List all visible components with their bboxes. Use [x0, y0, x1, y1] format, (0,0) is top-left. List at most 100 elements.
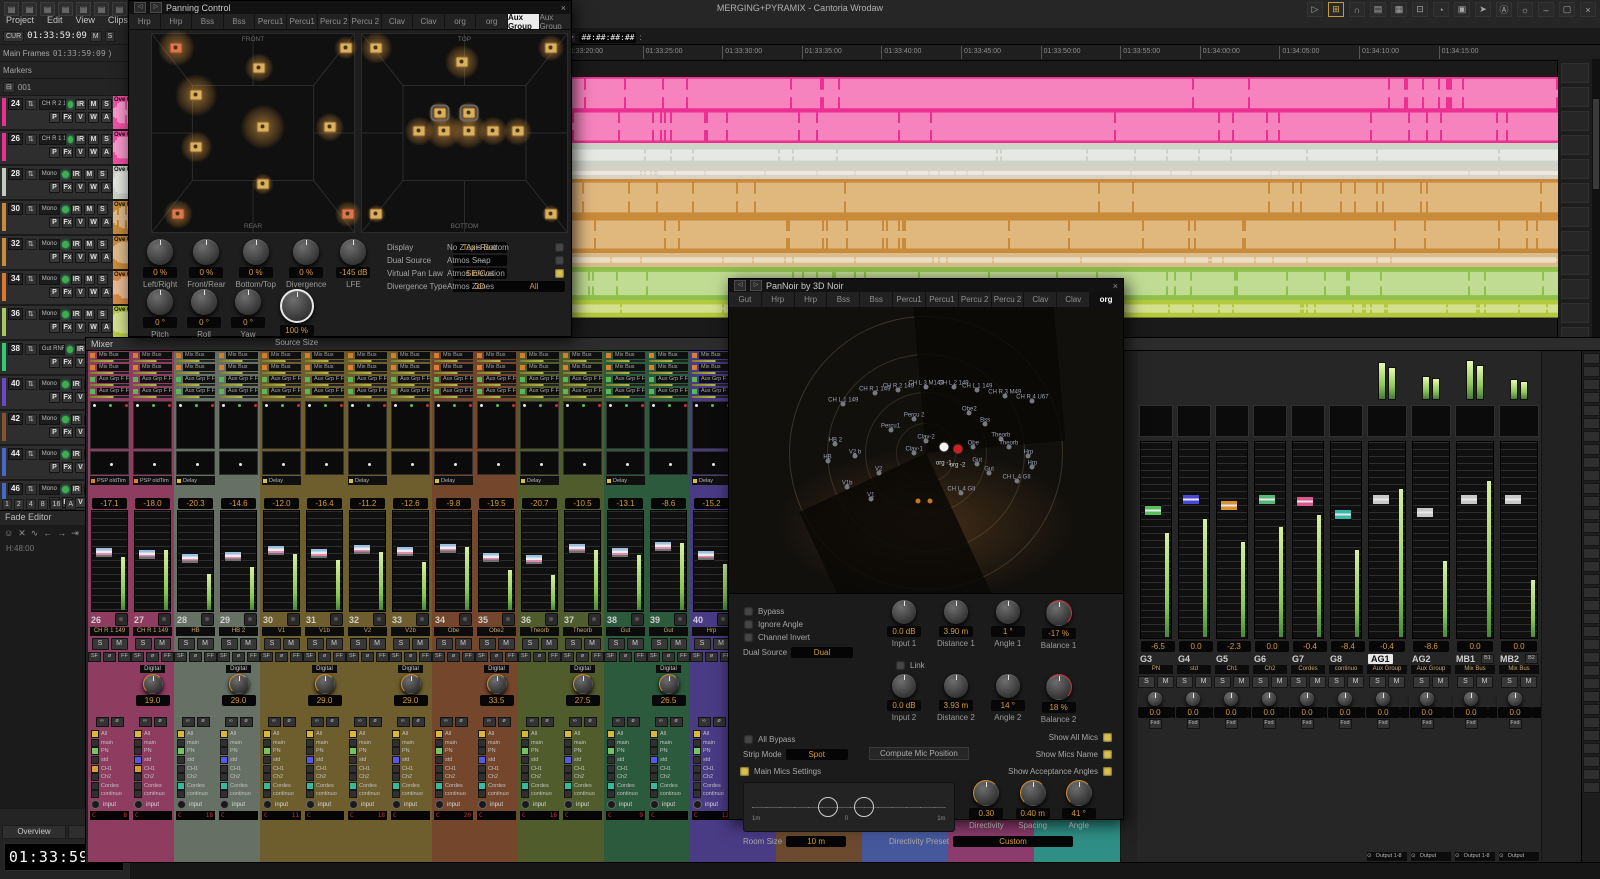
insert-slot[interactable]: Delay: [434, 476, 473, 485]
routing-checkbox[interactable]: [349, 773, 357, 781]
fader-cap[interactable]: [482, 552, 500, 563]
noir-angle1-knob[interactable]: [996, 600, 1020, 624]
mini-button[interactable]: ø: [412, 717, 425, 727]
mini-button[interactable]: ø: [490, 652, 503, 662]
routing-checkbox[interactable]: [435, 782, 443, 790]
routing-checkbox[interactable]: [564, 756, 572, 764]
pan-pad[interactable]: [477, 401, 516, 449]
pan-pad[interactable]: [133, 401, 172, 449]
fader-track[interactable]: [1500, 441, 1538, 639]
fader-track[interactable]: [650, 510, 687, 612]
track-btn-w[interactable]: W: [88, 182, 99, 193]
pan-pad[interactable]: [1499, 405, 1539, 437]
routing-row[interactable]: Cordes: [475, 782, 518, 791]
bus-assign-row[interactable]: Mix Bus: [346, 351, 389, 360]
speaker-icon[interactable]: [413, 126, 426, 137]
routing-checkbox[interactable]: [349, 782, 357, 790]
mini-button[interactable]: FF: [118, 652, 131, 662]
rail-cell[interactable]: [1583, 704, 1600, 715]
routing-row[interactable]: CH1: [475, 764, 518, 773]
routing-checkbox[interactable]: [177, 773, 185, 781]
mini-button[interactable]: ø: [318, 652, 331, 662]
fader-track[interactable]: [693, 510, 730, 612]
track-btn-a[interactable]: A: [101, 112, 112, 123]
routing-row[interactable]: main: [690, 739, 733, 748]
routing-row[interactable]: PN: [88, 747, 131, 756]
mini-button[interactable]: FF: [419, 652, 432, 662]
rail-cell[interactable]: [1583, 561, 1600, 572]
bus-assign-row[interactable]: Mix Bus: [389, 363, 432, 372]
restore-icon[interactable]: ▢: [1559, 2, 1575, 17]
routing-row[interactable]: All: [647, 730, 690, 739]
routing-checkbox[interactable]: [564, 739, 572, 747]
mini-button[interactable]: FF: [548, 652, 561, 662]
mini-button[interactable]: SF: [346, 652, 359, 662]
mute-button[interactable]: M: [498, 638, 515, 650]
routing-checkbox[interactable]: [435, 747, 443, 755]
routing-checkbox[interactable]: [392, 790, 400, 798]
routing-row[interactable]: continuo: [690, 790, 733, 799]
mini-button[interactable]: ∞: [526, 717, 539, 727]
rail-cell[interactable]: [1583, 548, 1600, 559]
aux-knob-chip[interactable]: Fxd: [1187, 719, 1200, 729]
routing-checkbox[interactable]: [349, 790, 357, 798]
height-chip-1[interactable]: 1: [2, 499, 12, 510]
record-button[interactable]: [244, 613, 257, 626]
aux-knob[interactable]: [1376, 692, 1390, 706]
bus-assign-row[interactable]: Mix Bus: [690, 363, 733, 372]
input-row[interactable]: input: [389, 799, 432, 811]
mini-button[interactable]: SF: [647, 652, 660, 662]
strip-name[interactable]: V2b: [391, 627, 430, 636]
routing-row[interactable]: Cordes: [174, 782, 217, 791]
solo-button[interactable]: S: [1290, 676, 1307, 688]
track-record-ready-dot[interactable]: [62, 486, 69, 493]
track-btn-p[interactable]: P: [49, 357, 60, 368]
routing-checkbox[interactable]: [263, 756, 271, 764]
insert-slot[interactable]: Delay: [348, 476, 387, 485]
mini-button[interactable]: SF: [518, 652, 531, 662]
noir-input2-knob[interactable]: [892, 674, 916, 698]
pan-divergence-knob[interactable]: [293, 239, 319, 265]
routing-checkbox[interactable]: [607, 739, 615, 747]
routing-checkbox[interactable]: [134, 782, 142, 790]
track-input-label[interactable]: CH R 1 149: [39, 134, 66, 145]
track-btn-s[interactable]: S: [101, 134, 112, 145]
routing-checkbox[interactable]: [177, 739, 185, 747]
solo-button[interactable]: S: [1214, 676, 1231, 688]
track-btn-ir[interactable]: IR: [71, 239, 82, 250]
routing-row[interactable]: std: [690, 756, 733, 765]
track-spinner[interactable]: ⇅: [25, 379, 37, 390]
track-btn-v[interactable]: V: [75, 112, 86, 123]
strip-name[interactable]: Gut: [606, 627, 645, 636]
routing-row[interactable]: Ch2: [475, 773, 518, 782]
mini-button[interactable]: ø: [240, 717, 253, 727]
bus-assign-row[interactable]: Aux Grp F F: [561, 375, 604, 384]
mini-button[interactable]: ø: [326, 717, 339, 727]
routing-row[interactable]: PN: [604, 747, 647, 756]
zones-value[interactable]: All: [503, 281, 565, 292]
routing-row[interactable]: Cordes: [260, 782, 303, 791]
pan-pitch-knob[interactable]: [147, 289, 173, 315]
aux-knob-chip[interactable]: Fxd: [1465, 719, 1478, 729]
rail-cell[interactable]: [1583, 444, 1600, 455]
panning-tab-bss[interactable]: Bss: [192, 14, 224, 29]
noir-angle2-knob[interactable]: [996, 674, 1020, 698]
strip-number[interactable]: G4: [1178, 654, 1190, 664]
strip-number[interactable]: 39: [650, 615, 660, 625]
digital-knob[interactable]: [659, 674, 679, 694]
bus-assign-row[interactable]: Mix Bus: [174, 351, 217, 360]
track-input-label[interactable]: CH R 2 149: [39, 99, 66, 110]
auto-mode-icon[interactable]: Ⓐ: [1496, 2, 1512, 17]
routing-row[interactable]: main: [88, 739, 131, 748]
bus-assign-row[interactable]: Mix Bus: [88, 363, 131, 372]
track-btn-fx[interactable]: Fx: [62, 322, 73, 333]
mute-button[interactable]: M: [1388, 676, 1405, 688]
routing-checkbox[interactable]: [134, 730, 142, 738]
track-btn-p[interactable]: P: [49, 147, 60, 158]
room-size-value[interactable]: 10 m: [786, 836, 846, 847]
aux-knob-chip[interactable]: Fxd: [1339, 719, 1352, 729]
fader-track[interactable]: [1412, 441, 1450, 639]
bus-assign-row[interactable]: Aux Grp F F: [690, 387, 733, 396]
routing-checkbox[interactable]: [478, 773, 486, 781]
rail-cell[interactable]: [1583, 353, 1600, 364]
